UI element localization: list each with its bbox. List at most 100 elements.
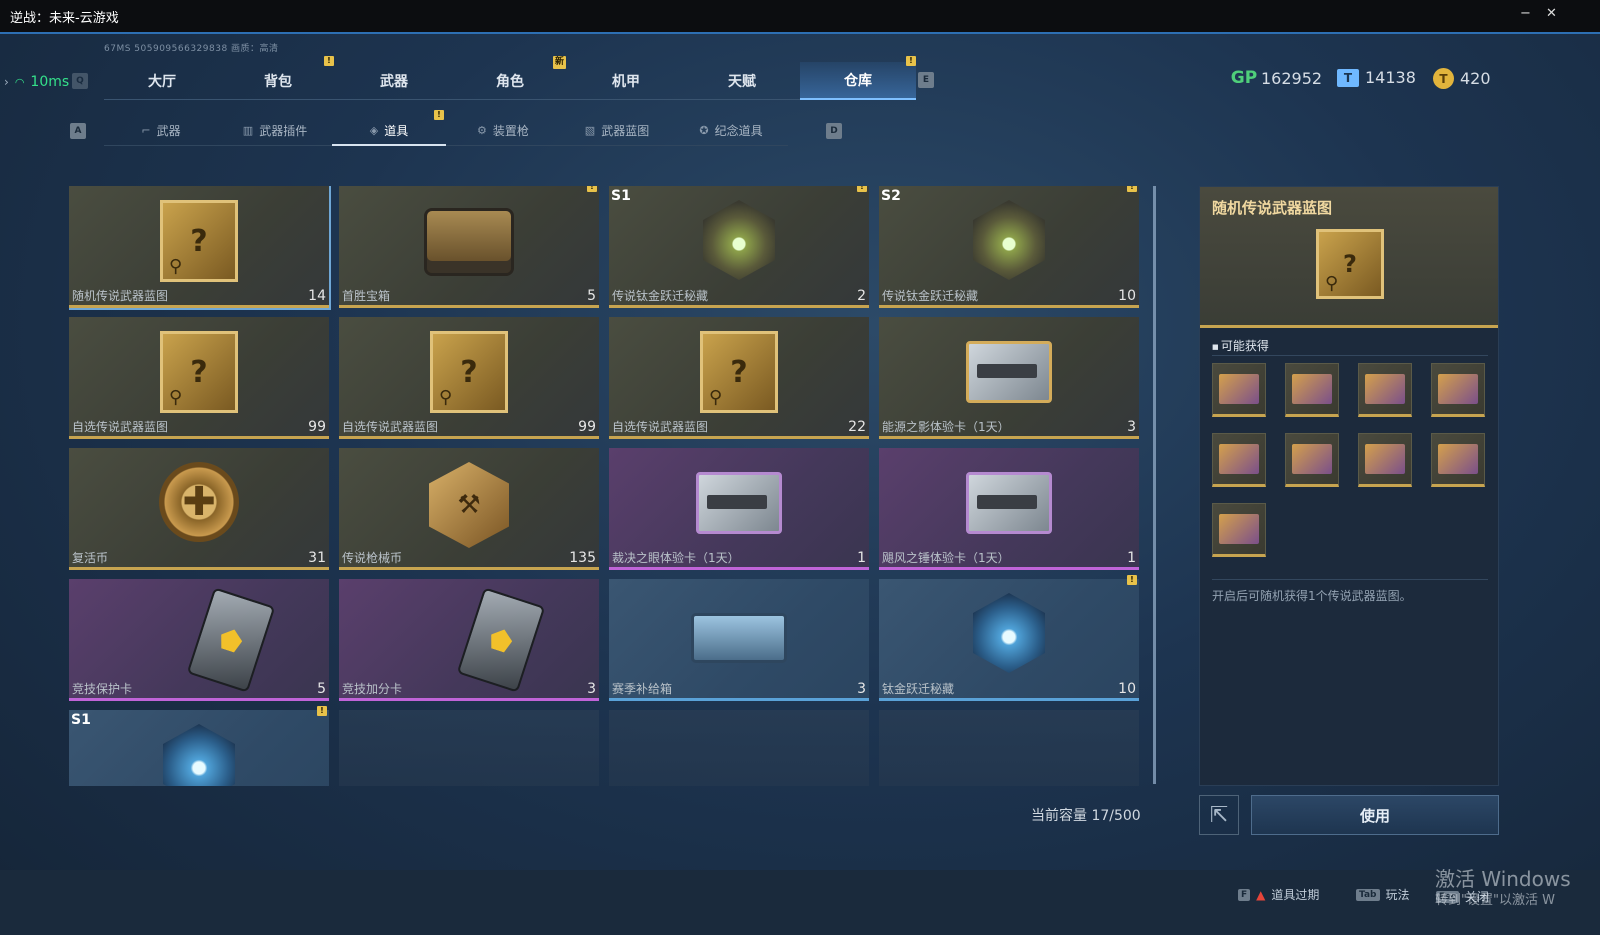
window-title: 逆战：未来-云游戏 bbox=[10, 10, 119, 26]
item-cell[interactable]: 竞技加分卡 3 bbox=[339, 579, 599, 701]
tab-label: 背包 bbox=[264, 73, 292, 90]
reward-item[interactable] bbox=[1212, 503, 1266, 557]
currency-value: 14138 bbox=[1365, 68, 1416, 87]
item-name: 赛季补给箱 bbox=[612, 682, 673, 696]
alert-badge: ! bbox=[1127, 575, 1137, 585]
share-button[interactable]: ⇱ bbox=[1199, 795, 1239, 835]
tab-lobby[interactable]: 大厅 bbox=[104, 62, 220, 100]
item-count: 10 bbox=[1118, 288, 1136, 304]
subtab-souvenirs[interactable]: ✪ 纪念道具 bbox=[674, 116, 788, 146]
item-count: 3 bbox=[857, 681, 866, 697]
item-cell[interactable]: S1 传说钛金跃迁秘藏 2! bbox=[609, 186, 869, 308]
subtab-items[interactable]: ◈ 道具! bbox=[332, 110, 446, 146]
reward-item[interactable] bbox=[1212, 363, 1266, 417]
reward-item[interactable] bbox=[1431, 363, 1485, 417]
item-cell[interactable]: ? 随机传说武器蓝图 14 bbox=[69, 186, 331, 310]
item-name: 裁决之眼体验卡（1天） bbox=[612, 551, 740, 565]
tab-characters[interactable]: 角色 新 bbox=[452, 56, 568, 100]
subtab-weapons[interactable]: ⌐ 武器 bbox=[104, 116, 218, 146]
close-window-button[interactable]: ✕ bbox=[1546, 6, 1557, 21]
gp-icon: GP bbox=[1230, 68, 1258, 88]
subtab-label: 武器蓝图 bbox=[601, 124, 650, 138]
alert-badge: ! bbox=[317, 706, 327, 716]
item-cell[interactable]: ✚ 复活币 31 bbox=[69, 448, 329, 570]
item-cell[interactable]: ⚒ 传说枪械币 135 bbox=[339, 448, 599, 570]
detail-description: 开启后可随机获得1个传说武器蓝图。 bbox=[1212, 589, 1412, 603]
window-titlebar: 逆战：未来-云游戏 bbox=[0, 0, 1600, 34]
warning-icon: ▲ bbox=[1256, 887, 1266, 902]
tab-mecha[interactable]: 机甲 bbox=[568, 62, 684, 100]
reward-item[interactable] bbox=[1358, 433, 1412, 487]
tab-warehouse[interactable]: 仓库! bbox=[800, 56, 916, 100]
subtab-label: 武器 bbox=[156, 124, 181, 138]
crystal-cache-icon bbox=[703, 200, 775, 280]
subtab-blueprints[interactable]: ▧ 武器蓝图 bbox=[560, 116, 674, 146]
weapon-icon: ⌐ bbox=[141, 124, 151, 137]
blueprint-icon: ? bbox=[430, 331, 508, 413]
subtab-device-guns[interactable]: ⚙ 装置枪 bbox=[446, 116, 560, 146]
item-cell[interactable]: 能源之影体验卡（1天） 3 bbox=[879, 317, 1139, 439]
use-button[interactable]: 使用 bbox=[1251, 795, 1499, 835]
tab-label: 机甲 bbox=[612, 73, 640, 90]
item-count: 22 bbox=[848, 419, 866, 435]
item-cell[interactable]: 裁决之眼体验卡（1天） 1 bbox=[609, 448, 869, 570]
key-tab: Tab bbox=[1356, 888, 1380, 901]
reward-item[interactable] bbox=[1285, 363, 1339, 417]
currency-ticket: T 14138 bbox=[1337, 68, 1416, 87]
item-cell[interactable]: 首胜宝箱 5! bbox=[339, 186, 599, 308]
item-detail-panel: 随机传说武器蓝图 ? 可能获得 开启后可随机获得1个传说武器蓝图。 bbox=[1199, 186, 1499, 786]
item-cell bbox=[339, 710, 599, 786]
item-count: 3 bbox=[1127, 419, 1136, 435]
item-name: 随机传说武器蓝图 bbox=[72, 289, 169, 303]
subtab-plugins[interactable]: ▥ 武器插件 bbox=[218, 116, 332, 146]
item-count: 2 bbox=[857, 288, 866, 304]
weapon-blueprint-icon bbox=[1219, 444, 1259, 474]
season-tag: S2 bbox=[881, 188, 901, 204]
weapon-blueprint-icon bbox=[1438, 374, 1478, 404]
reward-item[interactable] bbox=[1358, 363, 1412, 417]
item-count: 135 bbox=[569, 550, 596, 566]
capacity-label: 当前容量 17/500 bbox=[1031, 808, 1141, 824]
subtab-label: 纪念道具 bbox=[714, 124, 763, 138]
item-cell[interactable]: 钛金跃迁秘藏 10! bbox=[879, 575, 1139, 701]
watermark-line2: 转到"设置"以激活 W bbox=[1435, 893, 1555, 908]
season-tag: S1 bbox=[71, 712, 91, 728]
play-hint[interactable]: Tab 玩法 bbox=[1356, 886, 1410, 903]
item-name: 首胜宝箱 bbox=[342, 289, 391, 303]
weapon-blueprint-icon bbox=[1292, 444, 1332, 474]
key-hint-d: D bbox=[826, 123, 842, 139]
item-name: 自选传说武器蓝图 bbox=[342, 420, 439, 434]
device-gun-icon: ⚙ bbox=[477, 124, 487, 137]
reward-item[interactable] bbox=[1212, 433, 1266, 487]
tab-weapons[interactable]: 武器 bbox=[336, 62, 452, 100]
item-cell[interactable]: S2 传说钛金跃迁秘藏 10! bbox=[879, 186, 1139, 308]
grid-scrollbar[interactable] bbox=[1153, 186, 1156, 784]
item-cell[interactable]: ? 自选传说武器蓝图 99 bbox=[339, 317, 599, 439]
alert-badge: ! bbox=[1127, 186, 1137, 192]
tab-backpack[interactable]: 背包! bbox=[220, 56, 336, 100]
item-count: 1 bbox=[1127, 550, 1136, 566]
item-name: 传说钛金跃迁秘藏 bbox=[882, 289, 979, 303]
item-cell[interactable]: 飓风之锤体验卡（1天） 1 bbox=[879, 448, 1139, 570]
item-name: 竞技保护卡 bbox=[72, 682, 133, 696]
reward-item[interactable] bbox=[1285, 433, 1339, 487]
reward-item[interactable] bbox=[1431, 433, 1485, 487]
expire-hint[interactable]: F ▲ 道具过期 bbox=[1238, 886, 1319, 903]
key-hint-e: E bbox=[918, 72, 934, 88]
tab-talent[interactable]: 天赋 bbox=[684, 62, 800, 100]
new-badge: 新 bbox=[553, 56, 566, 69]
item-cell[interactable]: ? 自选传说武器蓝图 22 bbox=[609, 317, 869, 439]
alert-badge: ! bbox=[324, 56, 334, 66]
minimize-button[interactable]: − bbox=[1520, 6, 1531, 21]
plugin-icon: ▥ bbox=[242, 124, 254, 137]
item-cell[interactable]: ? 自选传说武器蓝图 99 bbox=[69, 317, 329, 439]
item-cell[interactable]: 赛季补给箱 3 bbox=[609, 579, 869, 701]
item-cell[interactable]: S1! bbox=[69, 706, 329, 786]
item-cell[interactable]: 竞技保护卡 5 bbox=[69, 579, 329, 701]
weapon-blueprint-icon bbox=[1365, 374, 1405, 404]
expand-arrow-icon[interactable]: › bbox=[4, 75, 9, 89]
alert-badge: ! bbox=[434, 110, 444, 120]
crystal-cache-icon bbox=[163, 724, 235, 786]
subtab-label: 武器插件 bbox=[259, 124, 308, 138]
key-hint-q: Q bbox=[72, 73, 88, 89]
